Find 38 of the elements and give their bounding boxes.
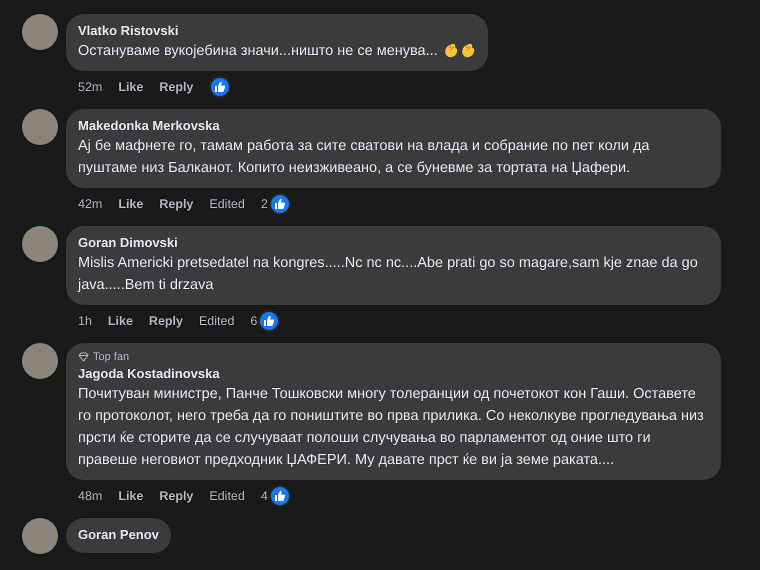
- edited-label: Edited: [209, 489, 245, 503]
- comment-time[interactable]: 1h: [78, 314, 92, 328]
- top-fan-label: Top fan: [93, 351, 130, 363]
- thumbs-up-icon[interactable]: [268, 485, 291, 507]
- comment-author[interactable]: Goran Penov: [78, 526, 159, 544]
- comment-time[interactable]: 52m: [78, 80, 102, 94]
- comment-text: Почитуван министре, Панче Тошковски многу толеранции од почетокот кон Гаши. Оставете го протоколот, него треба да го поништите во прва прилика. Со неколкуве прогледувања низ прсти ќе сторите да се случуваат полоши случувања во парламентот од оние што ги правеше неговиот предходник ЏАФЕРИ. Му давате прст ќе ви ја земе раката....: [78, 386, 704, 468]
- avatar[interactable]: [22, 109, 58, 145]
- like-link[interactable]: Like: [118, 197, 144, 211]
- thumbs-up-icon[interactable]: [258, 310, 280, 332]
- comment-time[interactable]: 48m: [78, 489, 102, 503]
- reaction-count[interactable]: 2: [260, 197, 268, 211]
- comment-text: Ај бе мафнете го, тамам работа за сите сватови на влада и собрание по пет коли да пуштаме низ Балканот. Копито неизживеано, а се буневме за тортата на Џафери.: [78, 138, 650, 176]
- avatar[interactable]: [22, 518, 58, 554]
- reply-link[interactable]: Reply: [159, 489, 194, 503]
- comment-time[interactable]: 42m: [78, 197, 102, 211]
- edited-label: Edited: [209, 197, 245, 211]
- like-link[interactable]: Like: [118, 80, 144, 94]
- reply-link[interactable]: Reply: [159, 197, 194, 211]
- thumbs-up-icon[interactable]: [209, 76, 232, 98]
- avatar[interactable]: [22, 343, 58, 379]
- comment-text: Mislis Americki pretsedatel na kongres.....Nc nc nc....Abe prati go so magare,sam kje znae da go java.....Bem ti drzava: [78, 255, 698, 293]
- avatar[interactable]: [22, 226, 58, 262]
- diamond-icon: [78, 352, 89, 362]
- reaction-count[interactable]: 6: [250, 314, 258, 328]
- avatar[interactable]: [22, 14, 58, 50]
- like-link[interactable]: Like: [118, 489, 144, 503]
- comment-author[interactable]: Vlatko Ristovski: [78, 22, 476, 40]
- comment-author[interactable]: Jagoda Kostadinovska: [78, 365, 709, 383]
- thumbs-up-icon[interactable]: [268, 193, 291, 215]
- comment-author[interactable]: Makedonka Merkovska: [78, 117, 709, 135]
- comment-text: Остануваме вукојебина значи...ништо не се менува...: [78, 43, 438, 59]
- reaction-count[interactable]: 4: [260, 489, 268, 503]
- reply-link[interactable]: Reply: [159, 80, 194, 94]
- reply-link[interactable]: Reply: [148, 314, 183, 328]
- comment-author[interactable]: Goran Dimovski: [78, 234, 709, 252]
- like-link[interactable]: Like: [108, 314, 133, 328]
- edited-label: Edited: [198, 314, 234, 328]
